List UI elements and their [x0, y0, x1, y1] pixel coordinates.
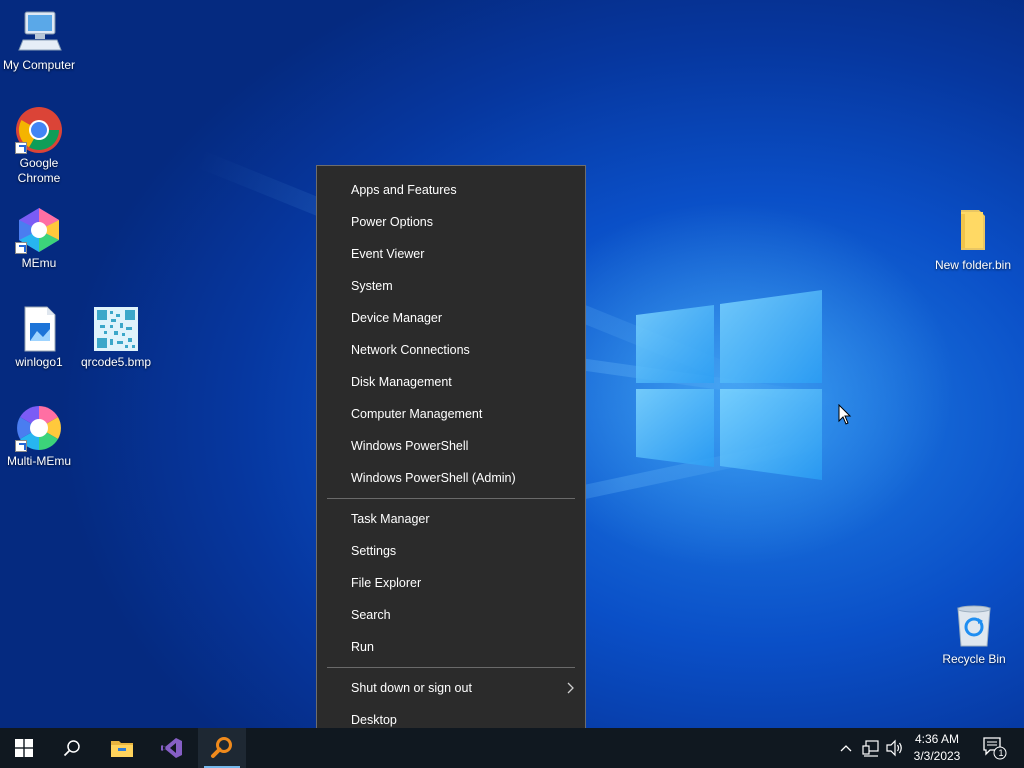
chrome-icon	[15, 106, 63, 154]
desktop-icon-multi-memu[interactable]: Multi-MEmu	[0, 404, 78, 469]
taskbar: 4:36 AM 3/3/2023 1	[0, 728, 1024, 768]
action-center-button[interactable]: 1	[974, 728, 1014, 768]
menu-separator	[327, 498, 575, 499]
taskbar-file-explorer-button[interactable]	[98, 728, 146, 768]
chevron-up-icon[interactable]	[839, 738, 853, 758]
menu-item-settings[interactable]: Settings	[317, 535, 585, 567]
desktop-icon-my-computer[interactable]: My Computer	[0, 8, 78, 73]
desktop-icon-label: New folder.bin	[934, 258, 1012, 272]
desktop-icon-recycle-bin[interactable]: Recycle Bin	[935, 602, 1013, 667]
menu-item-task-manager[interactable]: Task Manager	[317, 503, 585, 535]
magnifier-search-app-icon	[211, 737, 232, 758]
folder-icon	[949, 208, 997, 256]
taskbar-clock[interactable]: 4:36 AM 3/3/2023	[904, 731, 970, 765]
menu-item-disk-management[interactable]: Disk Management	[317, 366, 585, 398]
start-button[interactable]	[0, 728, 48, 768]
clock-date: 3/3/2023	[913, 749, 961, 763]
menu-item-power-options[interactable]: Power Options	[317, 206, 585, 238]
menu-item-run[interactable]: Run	[317, 631, 585, 663]
desktop-icon-label: MEmu	[21, 256, 57, 270]
multi-memu-icon	[15, 404, 63, 452]
desktop-icon-memu[interactable]: MEmu	[0, 206, 78, 271]
desktop-icon-new-folder-bin[interactable]: New folder.bin	[934, 208, 1012, 273]
mouse-cursor-icon	[838, 404, 852, 425]
taskbar-visual-studio-button[interactable]	[148, 728, 196, 768]
start-icon	[15, 739, 33, 757]
menu-item-computer-management[interactable]: Computer Management	[317, 398, 585, 430]
shortcut-arrow-icon	[15, 242, 27, 254]
chevron-right-icon	[567, 682, 574, 694]
search-icon	[63, 740, 80, 757]
windows-wallpaper-logo-icon	[636, 290, 822, 480]
notification-count-badge: 1	[998, 748, 1004, 758]
file-explorer-icon	[111, 741, 133, 757]
clock-time: 4:36 AM	[914, 732, 960, 746]
menu-item-apps-and-features[interactable]: Apps and Features	[317, 174, 585, 206]
menu-item-device-manager[interactable]: Device Manager	[317, 302, 585, 334]
desktop-icon-google-chrome[interactable]: Google Chrome	[0, 106, 78, 186]
taskbar-search-button[interactable]	[48, 728, 96, 768]
visual-studio-icon	[161, 738, 182, 758]
desktop-icon-label: Google Chrome	[17, 156, 61, 185]
menu-item-event-viewer[interactable]: Event Viewer	[317, 238, 585, 270]
menu-item-shut-down-or-sign-out[interactable]: Shut down or sign out	[317, 672, 585, 704]
recycle-bin-icon	[950, 602, 998, 650]
desktop-icon-label: Multi-MEmu	[6, 454, 71, 468]
desktop-icon-winlogo1[interactable]: winlogo1	[0, 305, 78, 370]
desktop-icon-qrcode5[interactable]: qrcode5.bmp	[77, 305, 155, 370]
memu-icon	[15, 206, 63, 254]
desktop-icon-label: qrcode5.bmp	[80, 355, 152, 369]
desktop-icon-label: My Computer	[2, 58, 76, 72]
menu-item-windows-powershell[interactable]: Windows PowerShell	[317, 430, 585, 462]
shortcut-arrow-icon	[15, 440, 27, 452]
network-icon[interactable]	[862, 738, 880, 758]
qr-code-image-icon	[92, 305, 140, 353]
image-file-icon	[15, 305, 63, 353]
menu-item-system[interactable]: System	[317, 270, 585, 302]
computer-icon	[15, 8, 63, 56]
shortcut-arrow-icon	[15, 142, 27, 154]
taskbar-search-app-button[interactable]	[198, 728, 246, 768]
menu-item-file-explorer[interactable]: File Explorer	[317, 567, 585, 599]
desktop-icon-label: winlogo1	[15, 355, 63, 369]
desktop-icon-label: Recycle Bin	[942, 652, 1006, 666]
menu-item-windows-powershell-admin[interactable]: Windows PowerShell (Admin)	[317, 462, 585, 494]
menu-item-label: Shut down or sign out	[351, 681, 472, 695]
menu-separator	[327, 667, 575, 668]
menu-item-network-connections[interactable]: Network Connections	[317, 334, 585, 366]
volume-icon[interactable]	[886, 738, 904, 758]
menu-item-search[interactable]: Search	[317, 599, 585, 631]
quick-link-context-menu: Apps and Features Power Options Event Vi…	[316, 165, 586, 745]
